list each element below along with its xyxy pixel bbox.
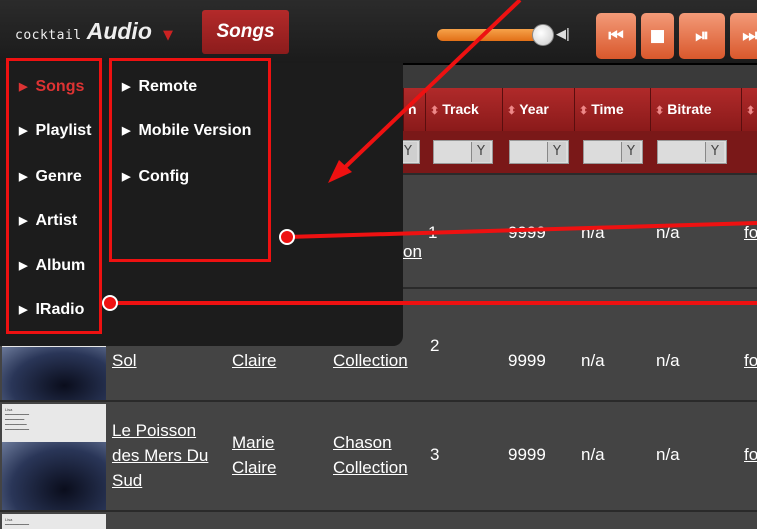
- app-window: cocktail Audio ▼ Songs ◀ǀ ⏮ ■ ⏯ ⏭ n ⬍ Tra…: [0, 0, 757, 529]
- annotation-dot: [102, 295, 118, 311]
- annotation-arrow: [337, 0, 522, 175]
- annotation-dot: [279, 229, 295, 245]
- annotation-line-right-menu: [286, 221, 757, 239]
- annotation-overlay: [102, 0, 757, 311]
